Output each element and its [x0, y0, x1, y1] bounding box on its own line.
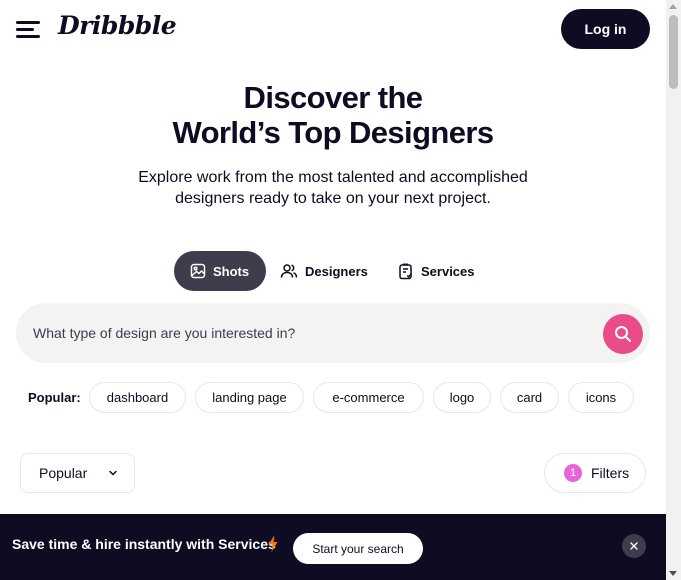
filters-count-badge: 1: [564, 464, 582, 482]
lightning-bolt-icon: [268, 535, 278, 552]
tag-card[interactable]: card: [500, 382, 559, 413]
tag-logo[interactable]: logo: [433, 382, 491, 413]
popular-label: Popular:: [28, 390, 81, 405]
tag-dashboard[interactable]: dashboard: [89, 382, 186, 413]
scrollbar[interactable]: [666, 0, 681, 580]
tab-designers[interactable]: Designers: [280, 251, 380, 291]
subtitle-line-1: Explore work from the most talented and …: [138, 169, 528, 186]
sort-selected: Popular: [39, 465, 88, 481]
title-line-1: Discover the: [243, 80, 423, 115]
menu-icon[interactable]: [16, 20, 40, 38]
tab-shots[interactable]: Shots: [174, 251, 266, 291]
chevron-down-icon: [109, 470, 117, 476]
clipboard-icon: [399, 263, 413, 279]
search-icon: [615, 326, 631, 342]
tab-designers-label: Designers: [305, 263, 368, 279]
tag-icons[interactable]: icons: [568, 382, 634, 413]
search-bar: [16, 303, 650, 363]
tab-shots-label: Shots: [213, 263, 250, 279]
services-banner: Save time & hire instantly with Services…: [0, 514, 666, 580]
scroll-thumb[interactable]: [669, 15, 678, 89]
filters-label: Filters: [591, 465, 630, 481]
start-search-button[interactable]: Start your search: [293, 533, 423, 564]
title-line-2: World’s Top Designers: [172, 115, 495, 150]
users-icon: [280, 264, 298, 278]
close-icon: [630, 542, 638, 550]
dribbble-logo[interactable]: Dribbble: [58, 11, 177, 40]
sort-dropdown[interactable]: Popular: [20, 453, 135, 493]
tag-e-commerce[interactable]: e-commerce: [313, 382, 424, 413]
login-button[interactable]: Log in: [561, 9, 650, 49]
page-subtitle: Explore work from the most talented and …: [0, 167, 666, 209]
tag-landing-page[interactable]: landing page: [195, 382, 304, 413]
close-banner-button[interactable]: [622, 534, 646, 558]
tab-services-label: Services: [421, 263, 475, 279]
filters-button[interactable]: 1 Filters: [544, 453, 646, 493]
page-title: Discover the World’s Top Designers: [0, 80, 666, 150]
scroll-up-icon[interactable]: [669, 4, 677, 9]
subtitle-line-2: designers ready to take on your next pro…: [175, 190, 491, 207]
image-icon: [190, 263, 206, 279]
search-button[interactable]: [603, 314, 643, 354]
banner-text: Save time & hire instantly with Services: [12, 536, 276, 552]
scroll-down-icon[interactable]: [669, 571, 677, 576]
search-input[interactable]: [16, 303, 596, 363]
tab-services[interactable]: Services: [398, 251, 488, 291]
